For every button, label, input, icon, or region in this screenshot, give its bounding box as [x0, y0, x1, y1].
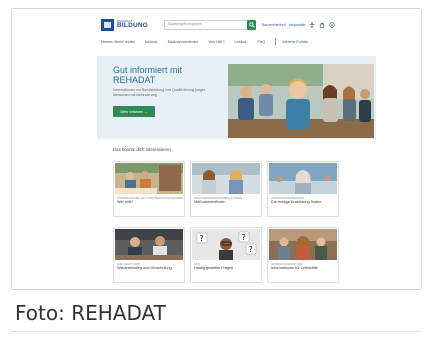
hero-banner: Gut informiert mit REHADAT Informationen…	[97, 56, 376, 139]
card-title: Häufig gestellte Fragen	[194, 266, 234, 270]
nav-item-inclusive[interactable]: Inklusiv	[145, 40, 158, 44]
search-icon	[248, 22, 255, 28]
hero-title: Gut informiert mit REHADAT	[113, 65, 183, 85]
nav-item-who-helps[interactable]: Wer hilft?	[208, 40, 224, 44]
search-placeholder: Suchbegriff eingeben	[168, 22, 202, 26]
card-faq[interactable]: ? ? ? FAQ Häufig gestellte Fragen	[190, 227, 262, 283]
card-title: Maßnahmenfinder	[194, 200, 225, 204]
easy-language-icon[interactable]	[329, 21, 336, 28]
sign-language-icon[interactable]	[319, 21, 326, 28]
card-thumb-question-marks-photo: ? ? ?	[192, 229, 260, 260]
hero-classroom-photo	[228, 64, 374, 138]
svg-text:?: ?	[200, 234, 204, 243]
photo-caption: Foto: REHADAT	[15, 301, 166, 325]
utility-nav: Barrierefreiheit Infoportale	[262, 21, 336, 28]
hero-subtitle: Informationen zur Berufsbildung und Qual…	[113, 88, 205, 97]
nav-divider	[275, 38, 277, 45]
logo-mark-icon	[101, 19, 114, 31]
card-title: Wer hilft?	[117, 200, 133, 204]
card-find-apprenticeship[interactable]: AUSBILDUNGSBERUFE Die richtige Ausbildun…	[267, 161, 339, 217]
utility-link-accessibility[interactable]: Barrierefreiheit	[262, 23, 286, 27]
card-title: Wiedereinstieg und Umschulung	[117, 266, 172, 270]
nav-item-faq[interactable]: FAQ	[258, 40, 266, 44]
logo-main-text: BILDUNG	[117, 22, 149, 30]
accessibility-icon[interactable]	[309, 21, 316, 28]
card-title: Die richtige Ausbildung finden	[271, 200, 322, 204]
nav-item-more-portals[interactable]: Weitere Portale	[282, 40, 308, 44]
search-input[interactable]: Suchbegriff eingeben	[164, 20, 248, 30]
screenshot-frame: REHADAT BILDUNG Suchbegriff eingeben Bar…	[11, 8, 422, 290]
card-thumb-teachers-photo	[269, 229, 337, 260]
utility-link-portals[interactable]: Infoportale	[289, 23, 306, 27]
card-thumb-students-photo	[192, 163, 260, 194]
svg-text:?: ?	[242, 233, 246, 242]
search-button[interactable]	[247, 20, 256, 30]
card-thumb-workshop-photo	[115, 229, 183, 260]
nav-item-find-job[interactable]: Meinen Beruf finden	[101, 40, 135, 44]
hero-cta-label: Mehr erfahren →	[120, 109, 148, 114]
card-measure-finder[interactable]: BILDUNGSMASSNAHMEN FINDEN Maßnahmenfinde…	[190, 161, 262, 217]
card-reentry-retraining[interactable]: WIE GEHT DAS? Wiedereinstieg und Umschul…	[113, 227, 185, 283]
site-header: REHADAT BILDUNG Suchbegriff eingeben Bar…	[12, 9, 421, 53]
website-page: REHADAT BILDUNG Suchbegriff eingeben Bar…	[12, 9, 421, 289]
card-thumb-library-photo	[115, 163, 183, 194]
main-navigation: Meinen Beruf finden Inklusiv Maßnahmenfi…	[101, 38, 318, 45]
card-teachers-info[interactable]: AUSBILDUNGSHILFEN Informationen für Lehr…	[267, 227, 339, 283]
card-thumb-woman-photo	[269, 163, 337, 194]
caption-divider	[11, 331, 420, 332]
hero-cta-button[interactable]: Mehr erfahren →	[113, 106, 155, 117]
nav-item-lexicon[interactable]: Lexikon	[234, 40, 247, 44]
site-logo[interactable]: REHADAT BILDUNG	[101, 19, 148, 31]
card-who-helps[interactable]: ANSPRECHSTELLEN UND BERATUNGSANGEBOTE We…	[113, 161, 185, 217]
svg-text:?: ?	[249, 245, 253, 254]
nav-item-measure-finder[interactable]: Maßnahmenfinder	[168, 40, 199, 44]
section-title: Das könnte dich interessieren	[113, 147, 171, 152]
card-title: Informationen für Lehrkräfte	[271, 266, 318, 270]
